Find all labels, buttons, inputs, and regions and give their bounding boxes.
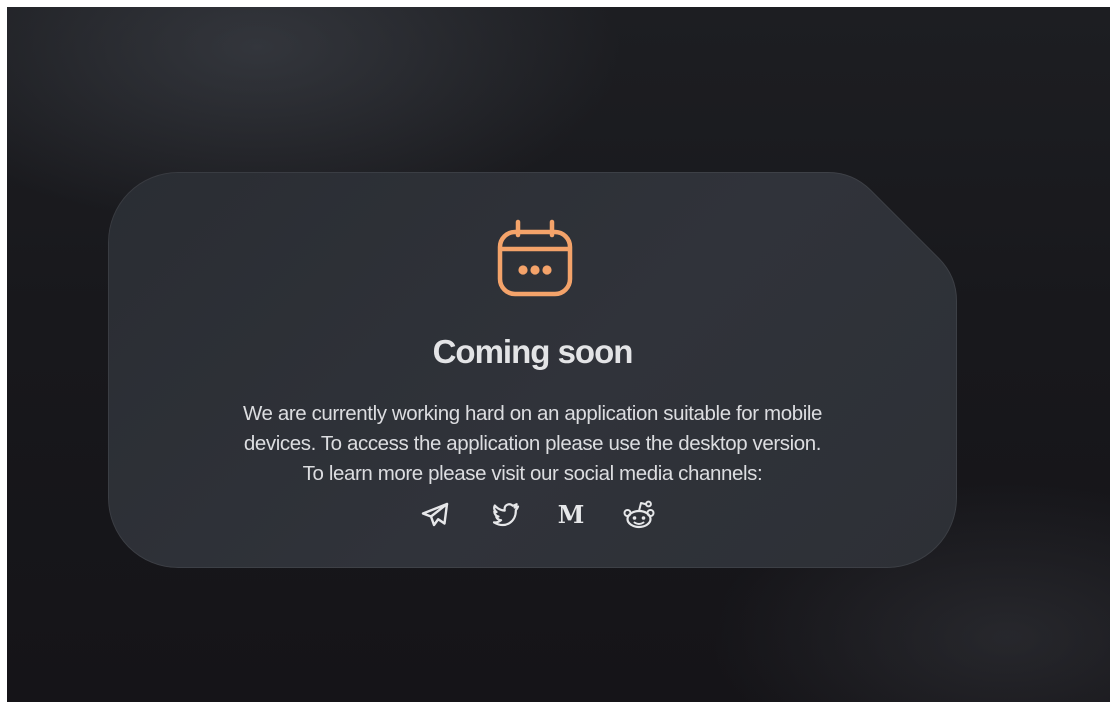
- medium-link[interactable]: M: [553, 497, 589, 533]
- message-line-2: devices. To access the application pleas…: [243, 432, 822, 455]
- notice-message: We are currently working hard on an appl…: [157, 399, 908, 489]
- twitter-icon: [492, 503, 520, 527]
- medium-icon: M: [557, 500, 585, 529]
- message-line-1: We are currently working hard on an appl…: [242, 402, 823, 425]
- telegram-icon: [421, 502, 449, 527]
- reddit-icon: [623, 500, 655, 529]
- app-background: Coming soon We are currently working har…: [7, 7, 1110, 702]
- telegram-link[interactable]: [417, 497, 453, 533]
- message-line-3: To learn more please visit our social me…: [302, 462, 763, 485]
- reddit-link[interactable]: [621, 497, 657, 533]
- page-title: Coming soon: [432, 333, 634, 370]
- twitter-link[interactable]: [488, 497, 524, 533]
- social-links: M: [411, 497, 661, 533]
- calendar-dots-icon: [497, 219, 573, 297]
